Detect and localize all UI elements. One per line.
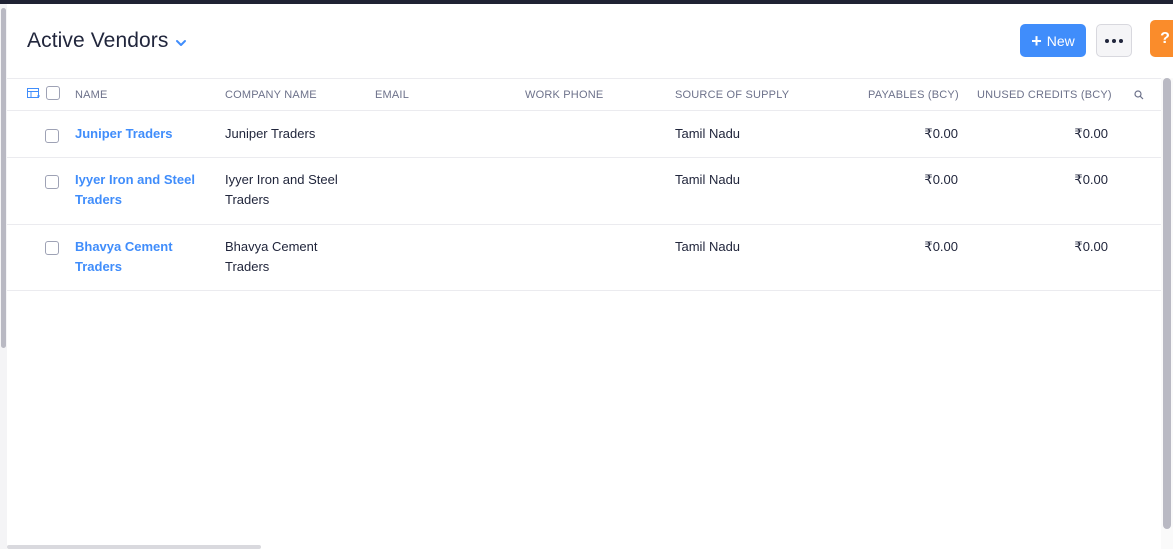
- view-selector[interactable]: Active Vendors: [27, 29, 187, 53]
- horizontal-scrollbar[interactable]: [7, 545, 261, 549]
- table-row[interactable]: Bhavya Cement Traders Bhavya Cement Trader…: [7, 225, 1161, 291]
- company-name: Juniper Traders: [225, 124, 315, 144]
- source-of-supply: Tamil Nadu: [675, 172, 741, 187]
- more-options-button[interactable]: [1096, 24, 1132, 57]
- table-row[interactable]: Iyyer Iron and Steel Traders Iyyer Iron a…: [7, 158, 1161, 225]
- more-icon-dot: [1119, 38, 1123, 43]
- search-icon[interactable]: [1134, 90, 1144, 100]
- company-name: Bhavya Cement Traders: [225, 237, 318, 277]
- page-header: Active Vendors + New ?: [7, 4, 1173, 78]
- company-name-line: Traders: [225, 259, 270, 274]
- payables: ₹0.00: [924, 239, 958, 254]
- left-scrollbar-thumb[interactable]: [1, 8, 6, 348]
- vendor-name-link[interactable]: Iyyer Iron and Steel Traders: [75, 170, 195, 210]
- new-button-label: New: [1046, 32, 1075, 49]
- select-all-checkbox[interactable]: [46, 86, 60, 100]
- column-settings-icon[interactable]: [27, 88, 41, 100]
- company-name-line: Juniper Traders: [225, 126, 316, 141]
- help-icon: ?: [1160, 29, 1170, 47]
- source-of-supply: Tamil Nadu: [675, 126, 741, 141]
- column-header-company[interactable]: COMPANY NAME: [225, 89, 317, 101]
- unused-credits: ₹0.00: [1074, 126, 1108, 141]
- vendor-name-link[interactable]: Juniper Traders: [75, 124, 173, 144]
- table-row[interactable]: Juniper Traders Juniper Traders Tamil Na…: [7, 111, 1161, 158]
- right-scrollbar-thumb[interactable]: [1163, 78, 1171, 529]
- vendor-name-line: Traders: [75, 192, 122, 207]
- unused-credits: ₹0.00: [1074, 239, 1108, 254]
- left-scrollbar[interactable]: [0, 4, 7, 549]
- column-header-phone[interactable]: WORK PHONE: [525, 89, 603, 101]
- more-icon-dot: [1112, 38, 1116, 43]
- company-name: Iyyer Iron and Steel Traders: [225, 170, 338, 210]
- column-header-source[interactable]: SOURCE OF SUPPLY: [675, 89, 789, 101]
- row-checkbox[interactable]: [45, 175, 59, 189]
- column-header-credits[interactable]: UNUSED CREDITS (BCY): [977, 89, 1112, 101]
- column-header-payables[interactable]: PAYABLES (BCY): [868, 89, 959, 101]
- source-of-supply: Tamil Nadu: [675, 239, 741, 254]
- table-header: NAME COMPANY NAME EMAIL WORK PHONE SOURC…: [7, 78, 1161, 111]
- unused-credits: ₹0.00: [1074, 172, 1108, 187]
- row-checkbox[interactable]: [45, 241, 59, 255]
- column-header-email[interactable]: EMAIL: [375, 89, 409, 101]
- payables: ₹0.00: [924, 172, 958, 187]
- help-button[interactable]: ?: [1150, 20, 1173, 57]
- chevron-down-icon: [176, 40, 187, 46]
- column-header-name[interactable]: NAME: [75, 89, 108, 101]
- vendors-table: NAME COMPANY NAME EMAIL WORK PHONE SOURC…: [7, 78, 1161, 291]
- plus-icon: +: [1031, 30, 1042, 51]
- vendor-name-line: Juniper Traders: [75, 126, 173, 141]
- new-vendor-button[interactable]: + New: [1020, 24, 1086, 57]
- more-icon: [1105, 38, 1109, 43]
- vendor-name-line: Bhavya Cement: [75, 239, 173, 254]
- company-name-line: Traders: [225, 192, 270, 207]
- row-checkbox[interactable]: [45, 129, 59, 143]
- payables: ₹0.00: [924, 126, 958, 141]
- company-name-line: Bhavya Cement: [225, 239, 318, 254]
- vendor-name-line: Iyyer Iron and Steel: [75, 172, 195, 187]
- vendor-name-line: Traders: [75, 259, 122, 274]
- vendor-name-link[interactable]: Bhavya Cement Traders: [75, 237, 173, 277]
- page-title: Active Vendors: [27, 29, 169, 52]
- company-name-line: Iyyer Iron and Steel: [225, 172, 338, 187]
- right-scrollbar[interactable]: [1161, 78, 1173, 549]
